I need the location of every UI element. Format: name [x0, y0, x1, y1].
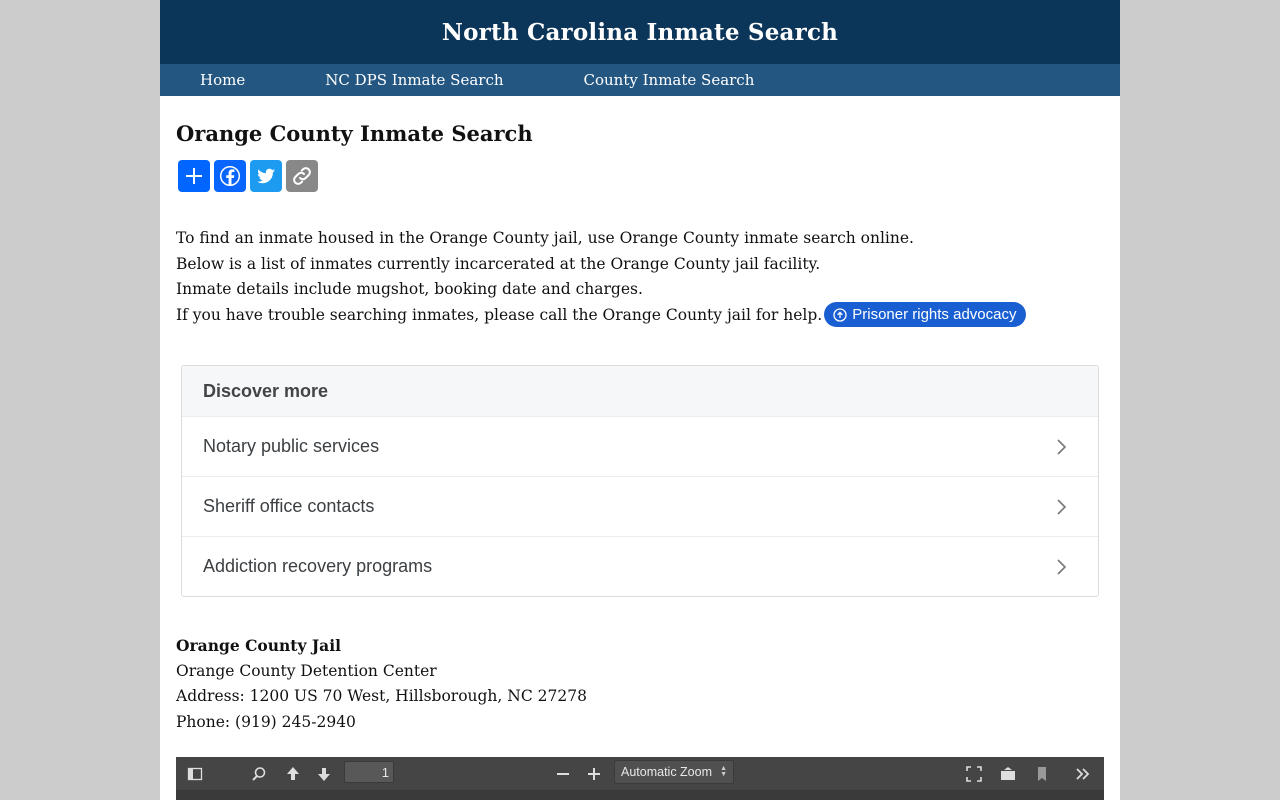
plus-icon	[588, 768, 600, 780]
share-buttons	[178, 160, 1104, 192]
chevron-right-icon	[1057, 558, 1067, 575]
presentation-mode-button[interactable]	[965, 763, 983, 785]
intro-line-4: If you have trouble searching inmates, p…	[176, 302, 1104, 329]
search-icon	[252, 767, 266, 781]
pdf-viewer-toolbar: 1 Automatic Zoom ▲ ▼	[176, 757, 1104, 800]
jail-facility: Orange County Detention Center	[176, 661, 437, 680]
share-twitter-button[interactable]	[250, 160, 282, 192]
twitter-icon	[257, 168, 275, 184]
plus-icon	[186, 168, 202, 184]
intro-text: To find an inmate housed in the Orange C…	[176, 226, 1104, 328]
intro-line-3: Inmate details include mugshot, booking …	[176, 280, 643, 298]
discover-item-notary[interactable]: Notary public services	[182, 416, 1098, 476]
link-icon	[293, 167, 311, 185]
nav-county-inmate-search[interactable]: County Inmate Search	[584, 71, 755, 89]
previous-page-button[interactable]	[284, 763, 302, 785]
pdf-viewer-body	[176, 790, 1104, 800]
tools-menu-button[interactable]	[1074, 763, 1092, 785]
facebook-icon	[219, 165, 241, 187]
discover-more-panel: Discover more Notary public services She…	[181, 365, 1099, 597]
intro-line-1: To find an inmate housed in the Orange C…	[176, 229, 914, 247]
open-file-icon	[1001, 767, 1015, 780]
jail-phone: Phone: (919) 245-2940	[176, 712, 356, 731]
jail-address: Address: 1200 US 70 West, Hillsborough, …	[176, 687, 587, 705]
page-container: North Carolina Inmate Search Home NC DPS…	[160, 0, 1120, 800]
arrow-down-icon	[318, 768, 330, 781]
discover-item-sheriff[interactable]: Sheriff office contacts	[182, 476, 1098, 536]
page-title: Orange County Inmate Search	[176, 121, 533, 146]
sidebar-toggle-button[interactable]	[186, 763, 204, 785]
main-content: Orange County Inmate Search To find an i…	[160, 122, 1120, 735]
share-facebook-button[interactable]	[214, 160, 246, 192]
page-number-input[interactable]: 1	[344, 761, 394, 783]
find-button[interactable]	[250, 763, 268, 785]
bookmark-button[interactable]	[1033, 763, 1051, 785]
circle-arrow-icon	[833, 307, 847, 322]
chevron-right-icon	[1057, 498, 1067, 515]
intro-line-2: Below is a list of inmates currently inc…	[176, 254, 821, 273]
chip-label: Prisoner rights advocacy	[852, 305, 1017, 323]
sidebar-icon	[187, 767, 203, 781]
next-page-button[interactable]	[315, 763, 333, 785]
discover-item-label: Addiction recovery programs	[203, 556, 433, 576]
arrow-up-icon	[287, 767, 299, 780]
prisoner-rights-advocacy-chip[interactable]: Prisoner rights advocacy	[824, 302, 1027, 327]
bookmark-icon	[1038, 767, 1046, 781]
site-header: North Carolina Inmate Search	[160, 0, 1120, 64]
open-file-button[interactable]	[999, 763, 1017, 785]
zoom-in-button[interactable]	[585, 763, 603, 785]
nav-nc-dps-inmate-search[interactable]: NC DPS Inmate Search	[325, 71, 503, 89]
discover-item-addiction[interactable]: Addiction recovery programs	[182, 536, 1098, 596]
zoom-select[interactable]: Automatic Zoom ▲ ▼	[614, 760, 734, 784]
jail-info: Orange County Jail Orange County Detenti…	[176, 633, 1104, 735]
chevron-right-icon	[1057, 438, 1067, 455]
minus-icon	[557, 773, 569, 775]
intro-line-4-text: If you have trouble searching inmates, p…	[176, 305, 823, 324]
main-nav: Home NC DPS Inmate Search County Inmate …	[160, 64, 1120, 96]
discover-item-label: Sheriff office contacts	[203, 496, 375, 516]
discover-heading: Discover more	[182, 366, 1098, 416]
double-chevron-right-icon	[1076, 768, 1090, 780]
jail-name: Orange County Jail	[176, 636, 342, 655]
fullscreen-icon	[966, 766, 982, 782]
share-copy-link-button[interactable]	[286, 160, 318, 192]
site-title[interactable]: North Carolina Inmate Search	[442, 19, 838, 46]
share-add-button[interactable]	[178, 160, 210, 192]
zoom-value: Automatic Zoom	[621, 765, 713, 779]
discover-item-label: Notary public services	[203, 436, 380, 456]
zoom-out-button[interactable]	[554, 763, 572, 785]
nav-home[interactable]: Home	[200, 71, 245, 89]
select-arrows-icon: ▲ ▼	[720, 765, 727, 778]
